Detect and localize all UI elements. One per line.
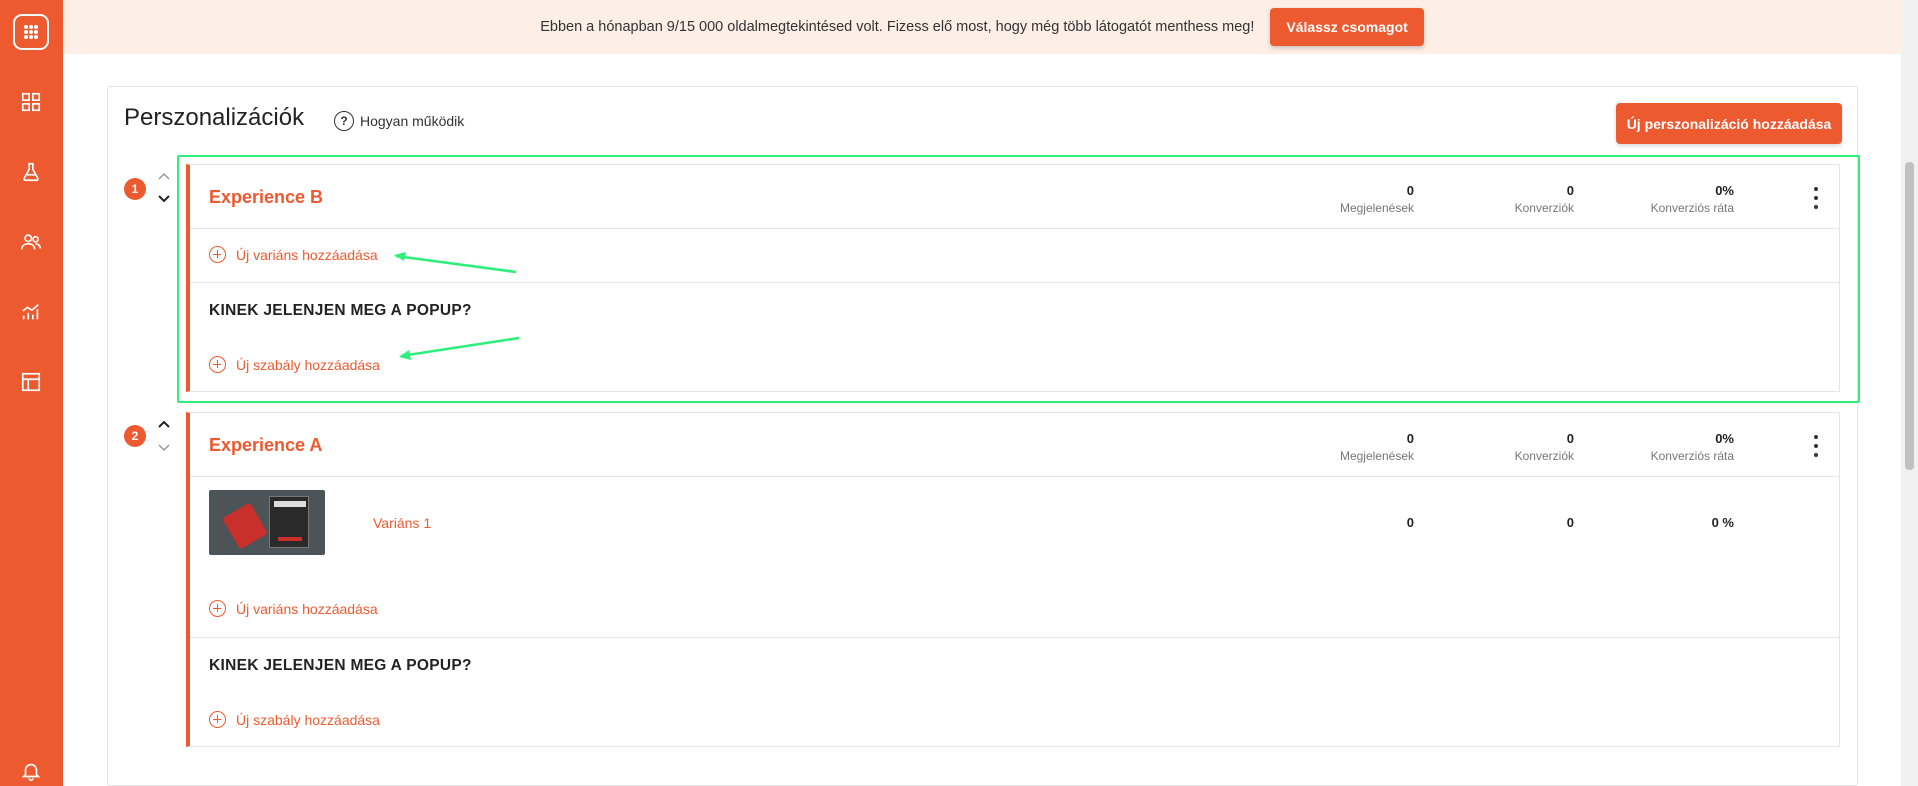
variant-conversion-rate: 0 % (1711, 515, 1734, 530)
add-variant-label: Új variáns hozzáadása (236, 600, 378, 617)
audience-section-title: KINEK JELENJEN MEG A POPUP? (209, 302, 472, 319)
variant-impressions: 0 (1406, 515, 1414, 530)
app-logo-icon[interactable] (13, 14, 49, 50)
experience-number-badge: 2 (124, 425, 146, 447)
stat-conversions: 0 Konverziók (1434, 431, 1574, 463)
stat-label: Konverziók (1514, 201, 1574, 215)
plus-circle-icon (209, 246, 226, 263)
move-up-icon[interactable] (156, 418, 172, 430)
sidebar (0, 0, 63, 786)
stat-impressions: 0 Megjelenések (1274, 183, 1414, 215)
plus-circle-icon (209, 356, 226, 373)
dashboard-icon[interactable] (18, 89, 44, 115)
variant-conversions: 0 (1566, 515, 1574, 530)
choose-plan-button[interactable]: Válassz csomagot (1270, 8, 1424, 46)
move-down-icon[interactable] (156, 442, 172, 454)
stat-label: Konverziós ráta (1650, 201, 1734, 215)
more-options-icon[interactable] (1813, 435, 1819, 457)
bell-icon[interactable] (18, 758, 44, 784)
stat-label: Megjelenések (1339, 201, 1414, 215)
divider (190, 282, 1839, 283)
stat-label: Konverziók (1514, 449, 1574, 463)
experience-header[interactable]: Experience A 0 Megjelenések 0 Konverziók… (190, 413, 1839, 477)
variant-name-link[interactable]: Variáns 1 (373, 515, 431, 531)
add-rule-link[interactable]: Új szabály hozzáadása (209, 711, 380, 728)
scrollbar[interactable] (1901, 0, 1918, 786)
stat-conversion-rate: 0% Konverziós ráta (1594, 431, 1734, 463)
experience-card: Experience A 0 Megjelenések 0 Konverziók… (186, 412, 1840, 747)
upgrade-banner: Ebben a hónapban 9/15 000 oldalmegtekint… (63, 0, 1901, 54)
stat-value: 0 (1406, 183, 1414, 198)
help-icon: ? (334, 111, 354, 131)
stat-conversion-rate: 0% Konverziós ráta (1594, 183, 1734, 215)
audience-section-title: KINEK JELENJEN MEG A POPUP? (209, 657, 472, 674)
experience-title[interactable]: Experience B (209, 187, 323, 208)
stat-label: Konverziós ráta (1650, 449, 1734, 463)
move-down-icon[interactable] (156, 193, 172, 205)
popup-preview-graphic (269, 496, 309, 548)
flask-icon[interactable] (18, 159, 44, 185)
experience-title[interactable]: Experience A (209, 435, 322, 456)
plus-circle-icon (209, 600, 226, 617)
move-up-icon[interactable] (156, 170, 172, 182)
stat-label: Megjelenések (1339, 449, 1414, 463)
how-it-works-label: Hogyan működik (360, 113, 465, 129)
stat-value: 0 (1406, 431, 1414, 446)
plus-circle-icon (209, 711, 226, 728)
stat-value: 0% (1715, 431, 1734, 446)
stat-value: 0 (1566, 183, 1574, 198)
stat-value: 0% (1715, 183, 1734, 198)
experience-card: Experience B 0 Megjelenések 0 Konverziók… (186, 164, 1840, 392)
add-rule-link[interactable]: Új szabály hozzáadása (209, 356, 380, 373)
add-variant-label: Új variáns hozzáadása (236, 246, 378, 263)
add-rule-label: Új szabály hozzáadása (236, 711, 380, 728)
more-options-icon[interactable] (1813, 187, 1819, 209)
page-title: Perszonalizációk (124, 104, 305, 131)
users-icon[interactable] (18, 229, 44, 255)
analytics-icon[interactable] (18, 299, 44, 325)
scrollbar-thumb[interactable] (1905, 162, 1914, 470)
variant-thumbnail[interactable] (209, 490, 325, 555)
add-personalization-button[interactable]: Új perszonalizáció hozzáadása (1616, 103, 1842, 144)
add-variant-link[interactable]: Új variáns hozzáadása (209, 600, 378, 617)
sale-tag-graphic (222, 502, 268, 550)
stat-value: 0 (1566, 431, 1574, 446)
add-rule-label: Új szabály hozzáadása (236, 356, 380, 373)
banner-text: Ebben a hónapban 9/15 000 oldalmegtekint… (540, 19, 1255, 35)
add-variant-link[interactable]: Új variáns hozzáadása (209, 246, 378, 263)
stat-conversions: 0 Konverziók (1434, 183, 1574, 215)
stat-impressions: 0 Megjelenések (1274, 431, 1414, 463)
experience-number-badge: 1 (124, 178, 146, 200)
layout-icon[interactable] (18, 369, 44, 395)
how-it-works-link[interactable]: ? Hogyan működik (334, 111, 464, 131)
divider (190, 637, 1839, 638)
experience-header[interactable]: Experience B 0 Megjelenések 0 Konverziók… (190, 165, 1839, 229)
